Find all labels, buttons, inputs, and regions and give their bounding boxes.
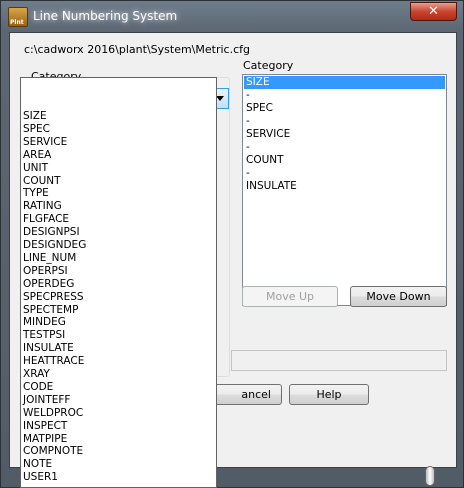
category-list-label: Category [243,59,294,72]
dropdown-option[interactable]: FLGFACE [21,213,216,226]
list-item[interactable]: SIZE [244,76,445,89]
move-down-button[interactable]: Move Down [350,286,447,307]
dropdown-option[interactable]: OPERDEG [21,278,216,291]
list-item[interactable]: COUNT [244,154,445,167]
dropdown-option[interactable]: TYPE [21,187,216,200]
background-knob [425,466,435,486]
list-item[interactable]: - [244,89,445,102]
help-button[interactable]: Help [289,384,369,405]
window-title: Line Numbering System [33,9,178,23]
dropdown-option[interactable]: MATPIPE [21,433,216,446]
dropdown-option[interactable]: MINDEG [21,316,216,329]
dropdown-option[interactable]: SPEC [21,123,216,136]
dropdown-option[interactable]: SPECPRESS [21,291,216,304]
dropdown-option[interactable]: USER1 [21,471,216,484]
list-item[interactable]: SERVICE [244,128,445,141]
list-item[interactable]: - [244,141,445,154]
list-item[interactable]: SPEC [244,102,445,115]
move-up-button[interactable]: Move Up [242,286,338,307]
dropdown-option[interactable]: WELDPROC [21,407,216,420]
dropdown-option[interactable]: DESIGNDEG [21,239,216,252]
list-item[interactable]: - [244,115,445,128]
dropdown-option[interactable]: XRAY [21,368,216,381]
dialog-window: Plnt Line Numbering System ✕ c:\cadworx … [0,0,464,488]
dropdown-option[interactable]: AREA [21,149,216,162]
dropdown-option[interactable]: CODE [21,381,216,394]
text-field[interactable] [231,350,447,371]
dropdown-option[interactable]: INSULATE [21,342,216,355]
dropdown-option[interactable]: SERVICE [21,136,216,149]
dropdown-option[interactable]: HEATTRACE [21,355,216,368]
list-item[interactable]: - [244,167,445,180]
title-bar[interactable]: Plnt Line Numbering System ✕ [1,1,463,33]
category-dropdown-list[interactable]: SIZE SPEC SERVICE AREA UNIT COUNT TYPE RATING FL… [20,77,217,488]
dropdown-option[interactable]: RATING [21,200,216,213]
dropdown-option[interactable]: TESTPSI [21,329,216,342]
list-item[interactable]: INSULATE [244,180,445,193]
dropdown-option[interactable]: COMPNOTE [21,445,216,458]
config-path: c:\cadworx 2016\plant\System\Metric.cfg [24,43,250,56]
cancel-button[interactable]: ancel [210,384,282,405]
dropdown-option[interactable]: OPERPSI [21,265,216,278]
dropdown-option[interactable]: NOTE [21,458,216,471]
dropdown-option[interactable]: INSPECT [21,420,216,433]
category-listbox[interactable]: SIZE - SPEC - SERVICE - COUNT - INSULATE [242,74,447,306]
dropdown-option[interactable]: DESIGNPSI [21,226,216,239]
dropdown-option[interactable]: UNIT [21,162,216,175]
close-button[interactable]: ✕ [410,2,457,21]
dropdown-option[interactable]: COUNT [21,175,216,188]
dropdown-option[interactable]: LINE_NUM [21,252,216,265]
dropdown-option[interactable]: SIZE [21,110,216,123]
app-icon: Plnt [8,7,28,27]
dropdown-option[interactable]: SPECTEMP [21,304,216,317]
dropdown-option[interactable]: JOINTEFF [21,394,216,407]
